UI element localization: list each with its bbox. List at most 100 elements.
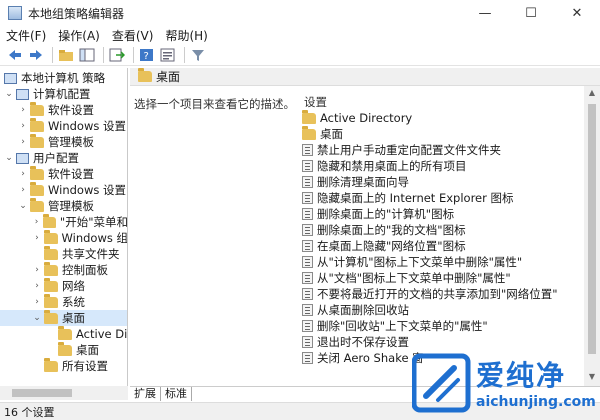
menu-view[interactable]: 查看(V) xyxy=(106,27,160,44)
folder-icon xyxy=(30,165,44,180)
policy-setting-icon xyxy=(302,160,313,172)
pane-header-title: 桌面 xyxy=(156,70,181,84)
folder-icon xyxy=(302,110,316,124)
folder-icon xyxy=(58,325,72,340)
tree-label: "开始"菜单和 xyxy=(59,215,128,229)
tree-computer-config[interactable]: ⌄ 计算机配置 xyxy=(0,86,127,102)
chevron-right-icon[interactable]: › xyxy=(32,233,42,243)
list-item-policy[interactable]: 退出时不保存设置 xyxy=(302,334,584,350)
settings-list: Active Directory 桌面 禁止用户手动重定向配置文件文件夹 隐藏和… xyxy=(302,110,584,386)
export-icon[interactable] xyxy=(108,46,126,64)
list-item-label: 删除桌面上的"计算机"图标 xyxy=(317,207,455,221)
list-item-policy[interactable]: 删除桌面上的"计算机"图标 xyxy=(302,206,584,222)
list-item-policy[interactable]: 从"计算机"图标上下文菜单中删除"属性" xyxy=(302,254,584,270)
list-item-policy[interactable]: 从桌面删除回收站 xyxy=(302,302,584,318)
tree-item-active-directory[interactable]: Active Di xyxy=(0,325,127,342)
chevron-right-icon[interactable]: › xyxy=(18,169,28,179)
tree-item-software-settings[interactable]: › 软件设置 xyxy=(0,165,127,182)
folder-icon xyxy=(44,261,58,276)
tree-label: 共享文件夹 xyxy=(62,247,120,261)
chevron-right-icon[interactable]: › xyxy=(18,105,28,115)
policy-setting-icon xyxy=(302,176,313,188)
folder-icon xyxy=(30,117,44,132)
tree-label: 系统 xyxy=(62,295,85,309)
maximize-button[interactable]: ☐ xyxy=(508,0,554,26)
list-item-policy[interactable]: 删除清理桌面向导 xyxy=(302,174,584,190)
tree-item-shared-folders[interactable]: 共享文件夹 xyxy=(0,245,127,262)
tree-item-windows-settings[interactable]: › Windows 设置 xyxy=(0,181,127,198)
list-item-policy[interactable]: 删除"回收站"上下文菜单的"属性" xyxy=(302,318,584,334)
list-item-policy[interactable]: 从"文档"图标上下文菜单中删除"属性" xyxy=(302,270,584,286)
list-item-label: 关闭 Aero Shake 窗 xyxy=(317,351,424,365)
minimize-button[interactable]: — xyxy=(462,0,508,26)
chevron-down-icon[interactable]: ⌄ xyxy=(32,313,42,323)
chevron-right-icon[interactable]: › xyxy=(32,281,42,291)
policy-setting-icon xyxy=(302,240,313,252)
back-icon[interactable] xyxy=(6,46,24,64)
toolbar: ? xyxy=(0,44,600,66)
menu-action[interactable]: 操作(A) xyxy=(52,27,106,44)
policy-setting-icon xyxy=(302,256,313,268)
show-tree-icon[interactable] xyxy=(78,46,96,64)
chevron-right-icon[interactable]: › xyxy=(32,297,42,307)
tree-item-windows-components[interactable]: › Windows 组 xyxy=(0,229,127,246)
tree-item-control-panel[interactable]: › 控制面板 xyxy=(0,261,127,278)
list-item-policy[interactable]: 隐藏桌面上的 Internet Explorer 图标 xyxy=(302,190,584,206)
tree-user-config[interactable]: ⌄ 用户配置 xyxy=(0,150,127,166)
help-icon[interactable]: ? xyxy=(138,46,156,64)
tree-item-software-settings[interactable]: › 软件设置 xyxy=(0,101,127,118)
properties-icon[interactable] xyxy=(159,46,177,64)
chevron-down-icon[interactable]: ⌄ xyxy=(18,201,28,211)
tree-item-windows-settings[interactable]: › Windows 设置 xyxy=(0,117,127,134)
list-item-label: 不要将最近打开的文档的共享添加到"网络位置" xyxy=(317,287,558,301)
tab-standard[interactable]: 标准 xyxy=(161,387,192,401)
tree-item-desktop-sub[interactable]: 桌面 xyxy=(0,341,127,358)
tree-item-start-menu[interactable]: › "开始"菜单和 xyxy=(0,213,128,230)
chevron-right-icon[interactable]: › xyxy=(18,121,28,131)
filter-icon[interactable] xyxy=(189,46,207,64)
policy-setting-icon xyxy=(302,224,313,236)
folder-icon xyxy=(30,197,44,212)
column-header-setting[interactable]: 设置 xyxy=(304,94,327,110)
list-item-policy[interactable]: 在桌面上隐藏"网络位置"图标 xyxy=(302,238,584,254)
folder-icon xyxy=(43,213,56,228)
list-item-folder[interactable]: 桌面 xyxy=(302,125,584,142)
menu-bar: 文件(F) 操作(A) 查看(V) 帮助(H) xyxy=(0,26,600,44)
folder-icon xyxy=(138,68,152,82)
scrollbar-thumb[interactable] xyxy=(12,389,72,397)
list-item-policy[interactable]: 不要将最近打开的文档的共享添加到"网络位置" xyxy=(302,286,584,302)
tree-item-admin-templates[interactable]: ⌄ 管理模板 xyxy=(0,197,127,214)
list-item-label: 隐藏和禁用桌面上的所有项目 xyxy=(317,159,467,173)
close-button[interactable]: ✕ xyxy=(554,0,600,26)
tab-extended[interactable]: 扩展 xyxy=(130,387,161,401)
chevron-down-icon[interactable]: ⌄ xyxy=(4,153,14,163)
tree-item-all-settings[interactable]: 所有设置 xyxy=(0,357,127,374)
tree-item-desktop-selected[interactable]: ⌄ 桌面 xyxy=(0,309,127,326)
list-item-label: 从"文档"图标上下文菜单中删除"属性" xyxy=(317,271,511,285)
chevron-right-icon[interactable]: › xyxy=(18,185,28,195)
tree-item-admin-templates[interactable]: › 管理模板 xyxy=(0,133,127,150)
tree-item-system[interactable]: › 系统 xyxy=(0,293,127,310)
list-item-policy[interactable]: 隐藏和禁用桌面上的所有项目 xyxy=(302,158,584,174)
tree-root-local-policy[interactable]: 本地计算机 策略 xyxy=(0,70,127,86)
folder-up-icon[interactable] xyxy=(57,46,75,64)
list-vertical-scrollbar[interactable]: ▲ ▼ xyxy=(584,86,600,386)
chevron-right-icon[interactable]: › xyxy=(32,217,41,227)
scroll-up-icon[interactable]: ▲ xyxy=(584,88,600,100)
list-item-folder[interactable]: Active Directory xyxy=(302,110,584,126)
policy-setting-icon xyxy=(302,320,313,332)
chevron-down-icon[interactable]: ⌄ xyxy=(4,89,14,99)
policy-setting-icon xyxy=(302,336,313,348)
tree-item-network[interactable]: › 网络 xyxy=(0,277,127,294)
scrollbar-thumb[interactable] xyxy=(588,104,596,354)
list-item-policy[interactable]: 删除桌面上的"我的文档"图标 xyxy=(302,222,584,238)
menu-help[interactable]: 帮助(H) xyxy=(159,27,213,44)
forward-icon[interactable] xyxy=(27,46,45,64)
chevron-right-icon[interactable]: › xyxy=(18,137,28,147)
menu-file[interactable]: 文件(F) xyxy=(0,27,52,44)
tree-horizontal-scrollbar[interactable] xyxy=(0,386,128,400)
folder-icon xyxy=(30,181,44,196)
list-item-label: 删除"回收站"上下文菜单的"属性" xyxy=(317,319,488,333)
list-item-policy[interactable]: 禁止用户手动重定向配置文件文件夹 xyxy=(302,142,584,158)
chevron-right-icon[interactable]: › xyxy=(32,265,42,275)
